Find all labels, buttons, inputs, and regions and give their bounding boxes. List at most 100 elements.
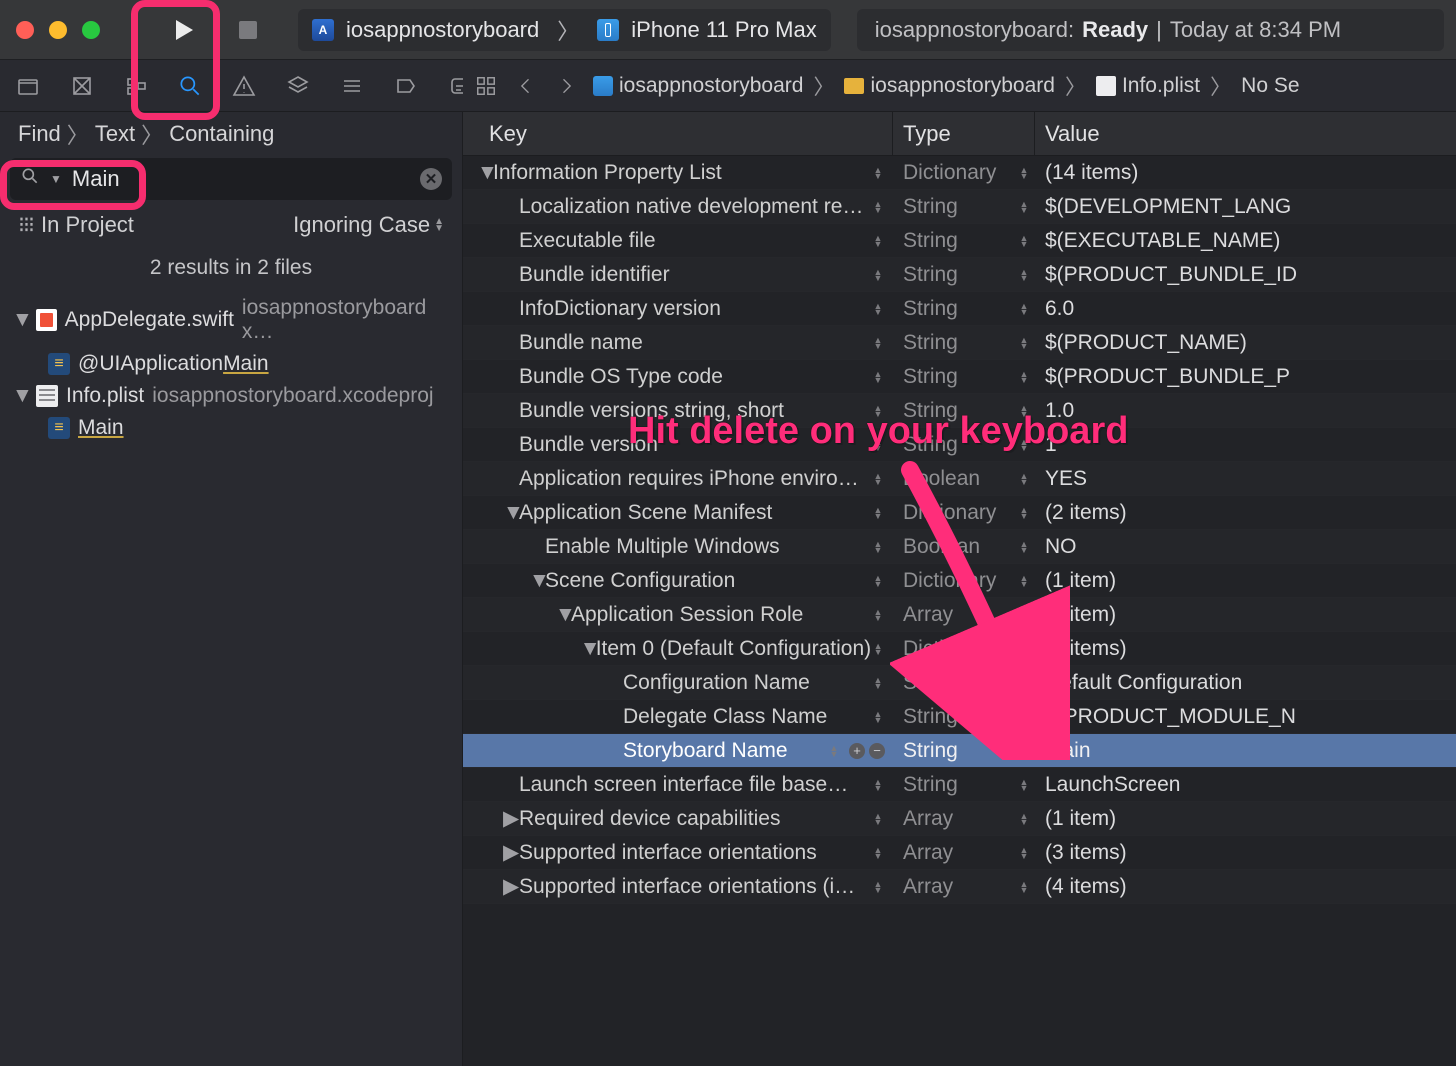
crumb-3[interactable]: No Se: [1241, 74, 1299, 98]
plist-row[interactable]: ▶Supported interface orientations (i…Arr…: [463, 870, 1456, 904]
plist-row[interactable]: Bundle OS Type codeString$(PRODUCT_BUNDL…: [463, 360, 1456, 394]
updown-icon[interactable]: [871, 371, 885, 383]
crumb-2[interactable]: Info.plist: [1122, 74, 1200, 98]
updown-icon[interactable]: [1017, 643, 1031, 655]
updown-icon[interactable]: [1017, 541, 1031, 553]
find-crumb-0[interactable]: Find: [18, 121, 61, 147]
updown-icon[interactable]: [1017, 235, 1031, 247]
source-control-navigator-tab[interactable]: [68, 72, 96, 100]
plist-header-value[interactable]: Value: [1035, 112, 1456, 155]
find-crumb-2[interactable]: Containing: [169, 121, 274, 147]
plist-value[interactable]: $(PRODUCT_NAME): [1035, 331, 1456, 355]
plist-value[interactable]: $(PRODUCT_BUNDLE_P: [1035, 365, 1456, 389]
updown-icon[interactable]: [871, 677, 885, 689]
plist-value[interactable]: $(PRODUCT_BUNDLE_ID: [1035, 263, 1456, 287]
plist-row[interactable]: ▶Supported interface orientationsArray(3…: [463, 836, 1456, 870]
plist-row[interactable]: Bundle identifierString$(PRODUCT_BUNDLE_…: [463, 258, 1456, 292]
disclosure-icon[interactable]: ▶: [503, 840, 517, 865]
updown-icon[interactable]: [1017, 813, 1031, 825]
plist-row[interactable]: ▼Scene ConfigurationDictionary(1 item): [463, 564, 1456, 598]
plist-row[interactable]: Launch screen interface file base…String…: [463, 768, 1456, 802]
disclosure-icon[interactable]: ▼: [580, 637, 594, 661]
back-button[interactable]: [513, 73, 539, 99]
plist-value[interactable]: Main: [1035, 739, 1456, 763]
result-match[interactable]: @UIApplicationMain: [6, 348, 456, 380]
disclosure-icon[interactable]: ▼: [12, 384, 28, 408]
updown-icon[interactable]: [871, 303, 885, 315]
updown-icon[interactable]: [871, 575, 885, 587]
related-items-button[interactable]: [473, 73, 499, 99]
result-file[interactable]: ▼ AppDelegate.swift iosappnostoryboard x…: [6, 292, 456, 348]
disclosure-icon[interactable]: ▼: [12, 308, 28, 332]
plist-body[interactable]: ▼Information Property ListDictionary(14 …: [463, 156, 1456, 1066]
plist-row[interactable]: InfoDictionary versionString6.0: [463, 292, 1456, 326]
disclosure-icon[interactable]: ▼: [503, 501, 517, 525]
project-navigator-tab[interactable]: [14, 72, 42, 100]
jump-bar-path[interactable]: iosappnostoryboard 〉 iosappnostoryboard …: [593, 71, 1300, 101]
updown-icon[interactable]: [871, 609, 885, 621]
test-navigator-tab[interactable]: [284, 72, 312, 100]
updown-icon[interactable]: [1017, 575, 1031, 587]
updown-icon[interactable]: [1017, 167, 1031, 179]
updown-icon[interactable]: [871, 337, 885, 349]
updown-icon[interactable]: [1017, 303, 1031, 315]
updown-icon[interactable]: [871, 779, 885, 791]
plist-header-key[interactable]: Key: [463, 112, 893, 155]
updown-icon[interactable]: [1017, 847, 1031, 859]
plist-row[interactable]: Bundle nameString$(PRODUCT_NAME): [463, 326, 1456, 360]
plist-row[interactable]: Delegate Class NameString$(PRODUCT_MODUL…: [463, 700, 1456, 734]
find-breadcrumb[interactable]: Find 〉 Text 〉 Containing: [0, 112, 462, 150]
updown-icon[interactable]: [871, 711, 885, 723]
stop-button[interactable]: [220, 8, 276, 52]
plist-value[interactable]: (1 item): [1035, 603, 1456, 627]
plist-value[interactable]: $(DEVELOPMENT_LANG: [1035, 195, 1456, 219]
chevron-down-icon[interactable]: ▼: [50, 172, 62, 186]
updown-icon[interactable]: [871, 813, 885, 825]
updown-icon[interactable]: [1017, 337, 1031, 349]
updown-icon[interactable]: [871, 201, 885, 213]
minimize-window-button[interactable]: [49, 21, 67, 39]
debug-navigator-tab[interactable]: [338, 72, 366, 100]
forward-button[interactable]: [553, 73, 579, 99]
updown-icon[interactable]: [871, 269, 885, 281]
plist-value[interactable]: 6.0: [1035, 297, 1456, 321]
plist-value[interactable]: (3 items): [1035, 841, 1456, 865]
case-toggle[interactable]: Ignoring Case ▲▼: [293, 212, 444, 238]
updown-icon[interactable]: [1017, 881, 1031, 893]
plist-value[interactable]: (1 item): [1035, 807, 1456, 831]
updown-icon[interactable]: [871, 507, 885, 519]
crumb-0[interactable]: iosappnostoryboard: [619, 74, 803, 98]
scheme-selector[interactable]: iosappnostoryboard 〉 iPhone 11 Pro Max: [298, 9, 831, 51]
breakpoint-navigator-tab[interactable]: [392, 72, 420, 100]
plist-row[interactable]: Executable fileString$(EXECUTABLE_NAME): [463, 224, 1456, 258]
plist-row[interactable]: ▼Application Session RoleArray(1 item): [463, 598, 1456, 632]
run-button[interactable]: [156, 8, 212, 52]
result-match[interactable]: Main: [6, 412, 456, 444]
updown-icon[interactable]: [871, 881, 885, 893]
plist-value[interactable]: $(PRODUCT_MODULE_N: [1035, 705, 1456, 729]
search-field[interactable]: ▼ ✕: [10, 158, 452, 200]
updown-icon[interactable]: [1017, 371, 1031, 383]
disclosure-icon[interactable]: ▶: [503, 874, 517, 899]
search-input[interactable]: [72, 166, 410, 192]
find-crumb-1[interactable]: Text: [95, 121, 135, 147]
updown-icon[interactable]: [827, 745, 841, 757]
plist-value[interactable]: (2 items): [1035, 501, 1456, 525]
updown-icon[interactable]: [871, 167, 885, 179]
updown-icon[interactable]: [871, 541, 885, 553]
disclosure-icon[interactable]: ▼: [555, 603, 569, 627]
plist-row[interactable]: Application requires iPhone enviro…Boole…: [463, 462, 1456, 496]
scope-label[interactable]: In Project: [41, 212, 134, 238]
updown-icon[interactable]: [1017, 609, 1031, 621]
updown-icon[interactable]: [871, 643, 885, 655]
plist-row[interactable]: Configuration NameStringDefault Configur…: [463, 666, 1456, 700]
plist-row[interactable]: Enable Multiple WindowsBooleanNO: [463, 530, 1456, 564]
disclosure-icon[interactable]: ▼: [529, 569, 543, 593]
find-navigator-tab[interactable]: [176, 72, 204, 100]
plist-value[interactable]: Default Configuration: [1035, 671, 1456, 695]
plist-value[interactable]: (4 items): [1035, 875, 1456, 899]
updown-icon[interactable]: [1017, 779, 1031, 791]
plist-value[interactable]: NO: [1035, 535, 1456, 559]
disclosure-icon[interactable]: ▼: [477, 161, 491, 185]
plist-value[interactable]: (14 items): [1035, 161, 1456, 185]
